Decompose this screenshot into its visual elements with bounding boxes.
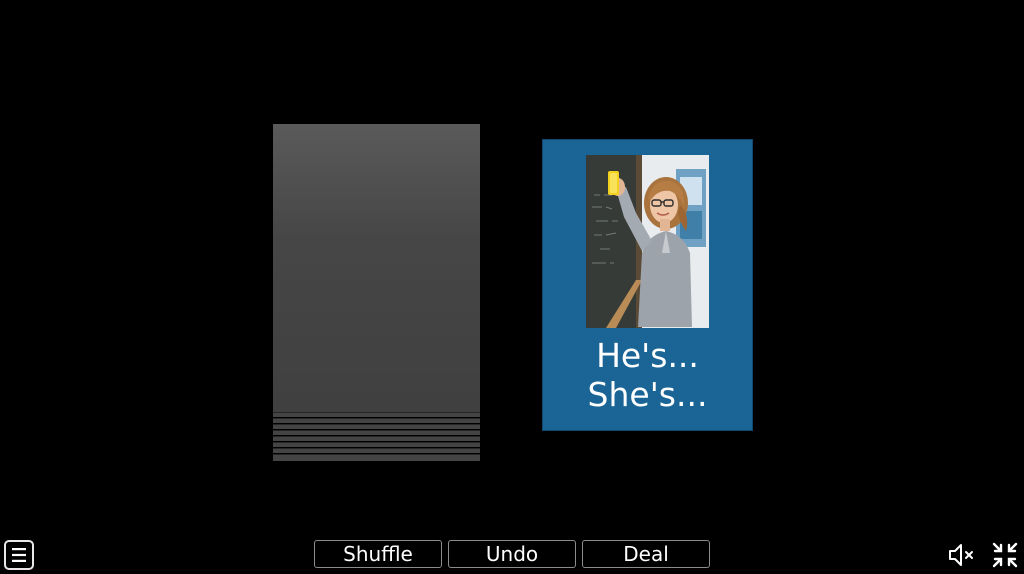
deck-card-edge — [273, 430, 480, 435]
card-caption-line: She's... — [587, 375, 708, 414]
shuffle-button[interactable]: Shuffle — [314, 540, 442, 568]
teacher-at-chalkboard-illustration — [586, 155, 709, 328]
menu-button[interactable] — [4, 540, 34, 570]
deal-button[interactable]: Deal — [582, 540, 710, 568]
exit-fullscreen-icon — [992, 542, 1018, 568]
deck-card-edge — [273, 436, 480, 441]
undo-button[interactable]: Undo — [448, 540, 576, 568]
teacher-photo — [586, 155, 709, 328]
deck-top-card[interactable] — [273, 124, 480, 412]
deck-card-edge — [273, 418, 480, 423]
deck-card-edge — [273, 442, 480, 447]
game-stage: He's... She's... Shuffle Undo Deal — [0, 0, 1024, 574]
deck-card-edge — [273, 448, 480, 453]
deck-card-edge — [273, 454, 480, 461]
exit-fullscreen-button[interactable] — [991, 541, 1019, 569]
deck-card-edge — [273, 424, 480, 429]
card-caption: He's... She's... — [543, 336, 752, 414]
speaker-muted-icon — [949, 544, 973, 566]
mute-button[interactable] — [948, 542, 976, 568]
card-deck[interactable] — [273, 124, 480, 461]
hamburger-menu-icon — [12, 548, 26, 562]
card-caption-line: He's... — [596, 336, 699, 375]
deck-card-edge — [273, 412, 480, 417]
flashcard[interactable]: He's... She's... — [542, 139, 753, 431]
